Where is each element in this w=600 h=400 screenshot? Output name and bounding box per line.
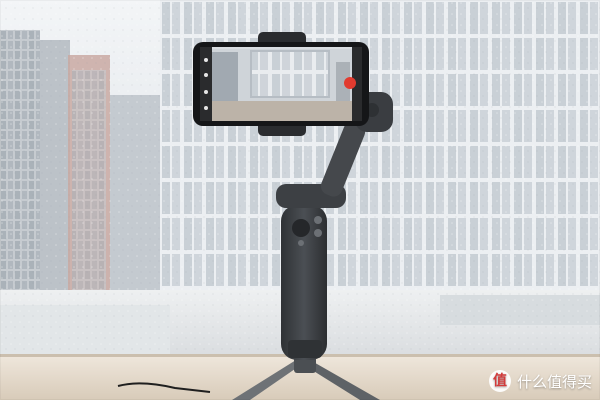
smartphone: [193, 42, 369, 126]
watermark-logo-glyph: 值: [492, 373, 507, 389]
photo-scene: 值 什么值得买: [0, 0, 600, 400]
joystick-icon: [292, 219, 310, 237]
photo-illustration: [0, 0, 600, 400]
watermark: 值 什么值得买: [488, 370, 592, 392]
gimbal-handle: [281, 205, 327, 360]
watermark-text: 什么值得买: [516, 372, 592, 391]
phone-camera-record-icon: [344, 77, 356, 89]
watermark-logo-icon: 值: [488, 370, 511, 392]
